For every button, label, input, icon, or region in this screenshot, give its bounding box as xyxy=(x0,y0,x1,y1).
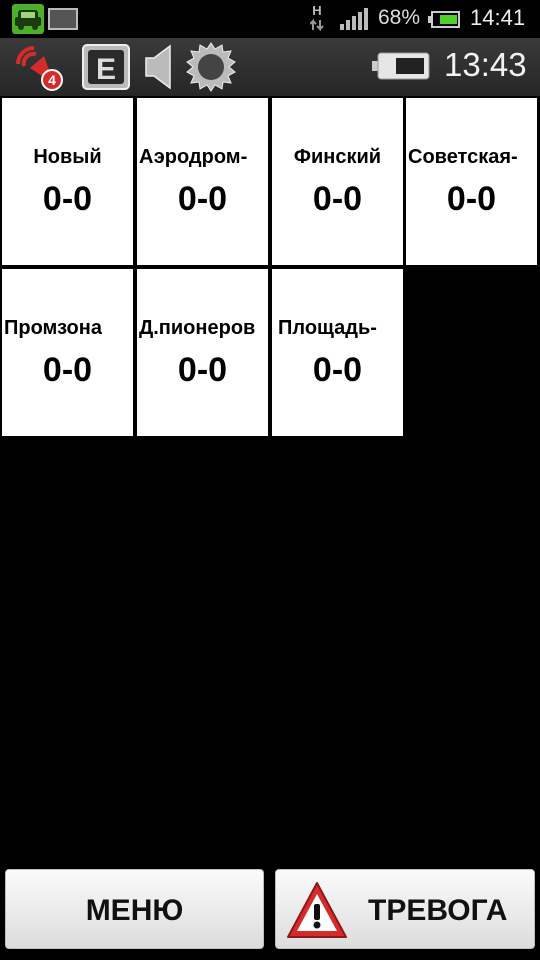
battery-icon xyxy=(428,11,460,28)
e-icon[interactable]: E xyxy=(82,44,130,90)
zone-count: 0-0 xyxy=(312,351,363,389)
zone-count: 0-0 xyxy=(42,180,93,218)
zone-count: 0-0 xyxy=(312,180,363,218)
alarm-button-label: ТРЕВОГА xyxy=(368,894,508,927)
status-time: 14:41 xyxy=(470,5,526,30)
sd-card-icon xyxy=(48,8,78,30)
data-arrows-icon xyxy=(309,18,324,32)
menu-button-label: МЕНЮ xyxy=(85,894,184,927)
zone-tile[interactable]: Д.пионеров 0-0 xyxy=(137,269,268,436)
menu-button[interactable]: МЕНЮ xyxy=(5,869,264,949)
status-bar: H 68% 14:41 xyxy=(0,0,540,38)
zone-tile[interactable]: Аэродром- 0-0 xyxy=(137,98,268,265)
alert-icon[interactable]: 4 xyxy=(14,44,68,92)
zone-name: Промзона xyxy=(4,317,102,339)
zone-tile[interactable]: Финский 0-0 xyxy=(272,98,403,265)
alarm-button[interactable]: ТРЕВОГА xyxy=(275,869,535,949)
speaker-icon[interactable] xyxy=(144,44,176,90)
zone-tile[interactable]: Площадь- 0-0 xyxy=(272,269,403,436)
zone-count: 0-0 xyxy=(177,351,228,389)
network-type: H xyxy=(309,4,324,35)
e-button-label: E xyxy=(96,53,116,86)
zone-count: 0-0 xyxy=(42,351,93,389)
zone-tile[interactable]: Советская- 0-0 xyxy=(406,98,537,265)
zone-name: Д.пионеров xyxy=(139,317,256,339)
zone-tile[interactable]: Промзона 0-0 xyxy=(2,269,133,436)
zone-name: Советская- xyxy=(408,146,518,168)
zone-tile[interactable]: Новый 0-0 xyxy=(2,98,133,265)
zone-name: Новый xyxy=(33,146,102,168)
zone-name: Финский xyxy=(293,146,382,168)
gear-icon[interactable] xyxy=(186,42,236,92)
warning-icon xyxy=(287,882,347,938)
alert-badge-count: 4 xyxy=(48,72,56,88)
battery-percent: 68% xyxy=(378,6,421,29)
taxi-app-icon xyxy=(12,4,44,34)
zone-count: 0-0 xyxy=(177,180,228,218)
battery-icon xyxy=(372,52,430,80)
toolbar-clock: 13:43 xyxy=(444,46,527,83)
zone-count: 0-0 xyxy=(446,180,497,218)
app-toolbar: 4 E 13:43 xyxy=(0,38,540,96)
signal-icon xyxy=(340,8,368,30)
zone-name: Площадь- xyxy=(278,317,377,339)
zone-name: Аэродром- xyxy=(139,146,248,168)
